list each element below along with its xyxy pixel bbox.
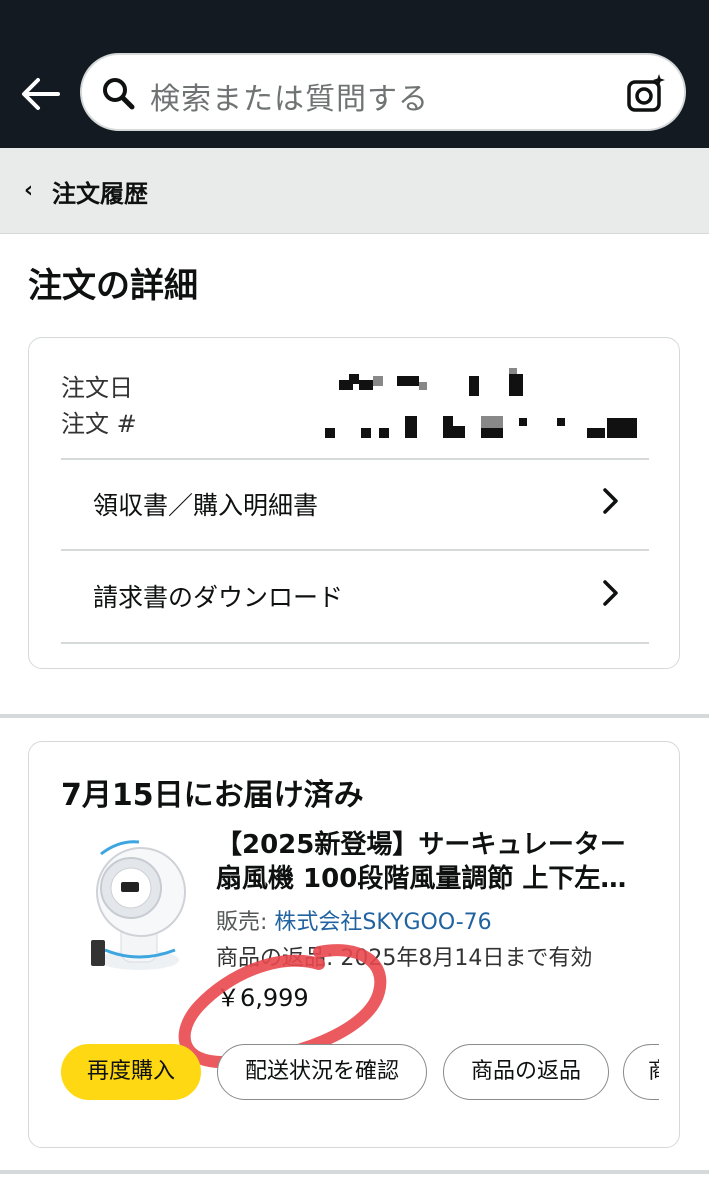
chevron-right-icon xyxy=(603,580,618,606)
product-image[interactable] xyxy=(79,832,199,982)
buy-again-button[interactable]: 再度購入 xyxy=(61,1044,201,1100)
breadcrumb[interactable]: ‹ 注文履歴 xyxy=(0,148,709,234)
search-placeholder: 検索または質問する xyxy=(150,82,429,117)
receipt-link[interactable]: 領収書／購入明細書 xyxy=(61,458,649,548)
camera-icon[interactable] xyxy=(626,73,666,113)
more-action-button[interactable]: 商 xyxy=(623,1044,659,1100)
chevron-right-icon xyxy=(603,488,618,514)
seller-prefix: 販売: xyxy=(216,910,275,935)
order-date-label: 注文日 xyxy=(61,374,133,402)
chevron-left-icon: ‹ xyxy=(24,178,34,203)
order-info-card: 注文日 注文 # 領収書／購入明細書 請求書のダウンロード xyxy=(28,337,680,669)
seller-link[interactable]: 株式会社SKYGOO-76 xyxy=(274,910,491,935)
section-separator xyxy=(0,714,709,718)
order-number-label: 注文 # xyxy=(61,410,137,438)
invoice-link-label: 請求書のダウンロード xyxy=(93,583,344,612)
product-price: ￥6,999 xyxy=(216,984,309,1012)
search-input[interactable]: 検索または質問する xyxy=(80,53,686,131)
divider xyxy=(61,642,649,644)
action-buttons: 再度購入 配送状況を確認 商品の返品 商 xyxy=(61,1042,659,1104)
page-title: 注文の詳細 xyxy=(28,266,198,306)
product-title[interactable]: 【2025新登場】サーキュレーター 扇風機 100段階風量調節 上下左… xyxy=(216,828,656,896)
seller-info: 販売: 株式会社SKYGOO-76 xyxy=(216,904,492,936)
invoice-download-link[interactable]: 請求書のダウンロード xyxy=(61,550,649,640)
breadcrumb-label: 注文履歴 xyxy=(52,180,148,208)
return-eligibility: 商品の返品: 2025年8月14日まで有効 xyxy=(216,946,593,971)
search-icon xyxy=(103,78,135,110)
delivery-status: 7月15日にお届け済み xyxy=(61,778,364,813)
product-title-line1: 【2025新登場】サーキュレーター xyxy=(216,830,626,860)
receipt-link-label: 領収書／購入明細書 xyxy=(93,491,319,520)
section-separator xyxy=(0,1170,709,1174)
return-item-button[interactable]: 商品の返品 xyxy=(443,1044,609,1100)
shipment-card: 7月15日にお届け済み 【2025新登場】サーキュレーター 扇風機 100段階風… xyxy=(28,741,680,1148)
back-arrow-icon[interactable] xyxy=(20,76,60,112)
top-header: 検索または質問する xyxy=(0,0,709,148)
track-package-button[interactable]: 配送状況を確認 xyxy=(217,1044,427,1100)
product-title-line2: 扇風機 100段階風量調節 上下左… xyxy=(216,864,627,894)
